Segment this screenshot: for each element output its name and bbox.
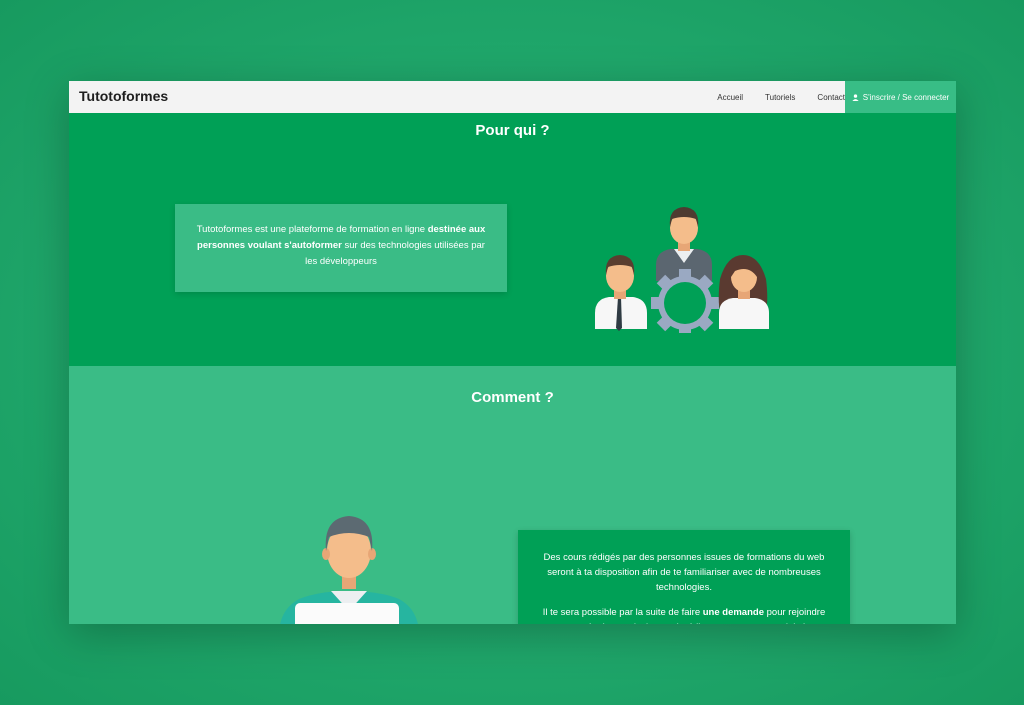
team-gear-illustration: [595, 207, 769, 333]
nav-link-accueil[interactable]: Accueil: [717, 93, 743, 102]
laptop-user-illustration: [280, 516, 418, 624]
comment-paragraph-2: Il te sera possible par la suite de fair…: [534, 605, 834, 624]
nav-links: Accueil Tutoriels Contact: [695, 81, 845, 113]
comment-paragraph-1: Des cours rédigés par des personnes issu…: [543, 552, 825, 593]
laptop-icon: [295, 603, 399, 624]
user-icon: [852, 93, 859, 101]
right-person-icon: [718, 255, 769, 329]
signin-button[interactable]: S'inscrire / Se connecter: [845, 81, 956, 113]
section-title-pour-qui: Pour qui ?: [475, 122, 550, 139]
page-frame: Tutotoformes Accueil Tutoriels Contact S…: [69, 81, 956, 624]
section-comment: Comment ? Des cours rédigés par des pers…: [69, 366, 956, 624]
pour-qui-card: Tutotoformes est une plateforme de forma…: [175, 204, 507, 292]
nav-link-contact[interactable]: Contact: [817, 93, 845, 102]
section-title-comment: Comment ?: [471, 389, 554, 406]
nav-link-tutoriels[interactable]: Tutoriels: [765, 93, 795, 102]
comment-text-bold: une demande: [702, 607, 764, 618]
left-person-icon: [595, 255, 647, 331]
section-pour-qui: Pour qui ? Tutotoformes est une platefor…: [69, 113, 956, 366]
pour-qui-text-1: Tutotoformes est une plateforme de forma…: [196, 224, 428, 235]
navbar: Tutotoformes Accueil Tutoriels Contact S…: [69, 81, 956, 113]
brand-logo[interactable]: Tutotoformes: [79, 88, 168, 104]
signin-label: S'inscrire / Se connecter: [862, 92, 950, 102]
comment-text-2a: Il te sera possible par la suite de fair…: [542, 607, 703, 618]
comment-card: Des cours rédigés par des personnes issu…: [518, 530, 850, 624]
